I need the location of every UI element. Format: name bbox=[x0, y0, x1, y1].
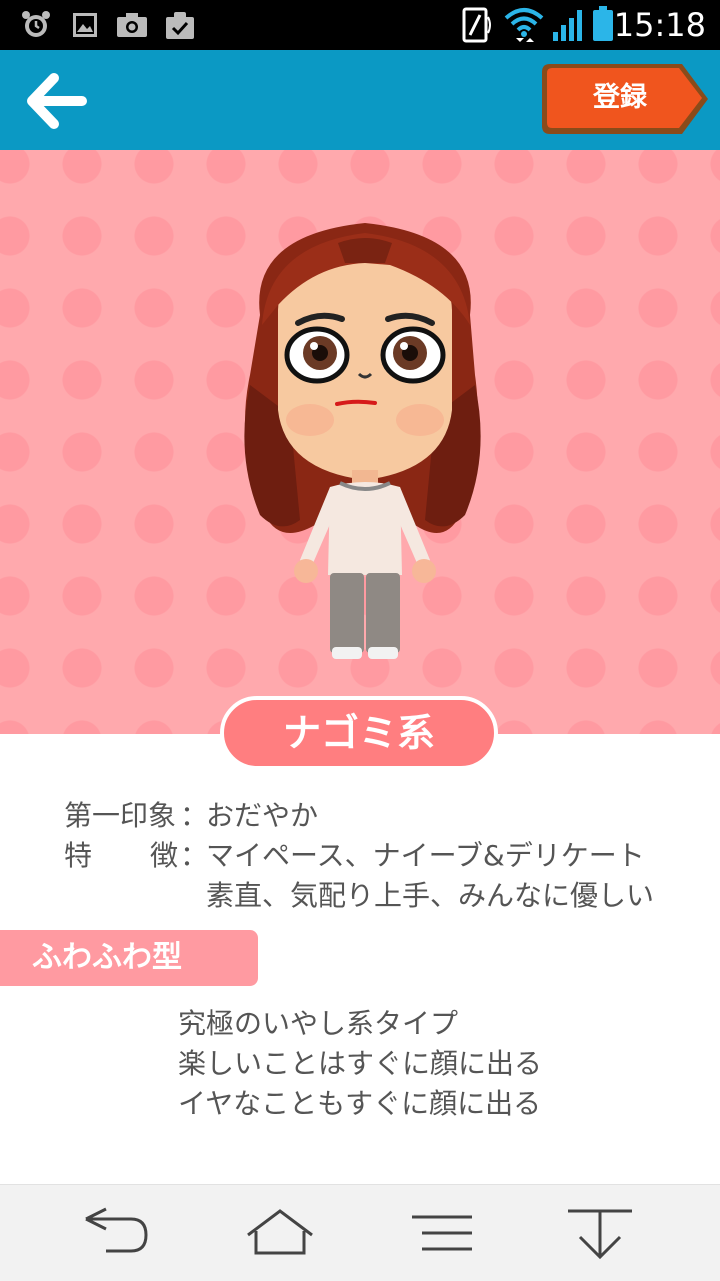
section-title: ふわふわ型 bbox=[32, 940, 182, 975]
features-label-char-1: 特 bbox=[64, 839, 93, 872]
description-line: イヤなこともすぐに顔に出る bbox=[178, 1087, 542, 1120]
wifi-icon bbox=[504, 8, 544, 42]
task-icon bbox=[166, 12, 194, 39]
section-description: 究極のいやし系タイプ 楽しいことはすぐに顔に出る イヤなこともすぐに顔に出る bbox=[178, 1004, 698, 1124]
colon: ： bbox=[180, 839, 209, 872]
camera-icon bbox=[117, 13, 147, 37]
first-impression-label: 第一印象 bbox=[64, 799, 177, 832]
section-header: ふわふわ型 bbox=[0, 930, 258, 986]
status-bar: 15:18 bbox=[0, 0, 720, 50]
alarm-icon bbox=[22, 11, 50, 37]
gallery-icon bbox=[73, 13, 97, 37]
personality-details: 第一印象 ： おだやか 特徴 ： マイペース、ナイーブ&デリケート 素直、気配り… bbox=[60, 796, 700, 916]
features-label: 特徴 bbox=[64, 836, 186, 876]
arrow-left-icon[interactable] bbox=[22, 70, 88, 132]
description-line: 楽しいことはすぐに顔に出る bbox=[178, 1047, 543, 1080]
nav-back-icon[interactable] bbox=[76, 1205, 156, 1265]
mii-avatar bbox=[244, 223, 481, 659]
features-value-line2: 素直、気配り上手、みんなに優しい bbox=[206, 879, 655, 912]
personality-type-badge: ナゴミ系 bbox=[220, 696, 498, 770]
register-button-label[interactable]: 登録 bbox=[540, 62, 700, 134]
signal-icon bbox=[553, 10, 582, 41]
description-line: 究極のいやし系タイプ bbox=[178, 1007, 459, 1040]
nav-menu-icon[interactable] bbox=[404, 1205, 484, 1265]
features-label-char-2: 徴 bbox=[150, 839, 179, 872]
battery-icon bbox=[593, 6, 613, 41]
clock: 15:18 bbox=[613, 6, 706, 44]
colon: ： bbox=[180, 799, 209, 832]
nfc-icon bbox=[462, 7, 491, 43]
first-impression-value: おだやか bbox=[206, 799, 319, 832]
nav-home-icon[interactable] bbox=[240, 1205, 320, 1265]
features-value-line1: マイペース、ナイーブ&デリケート bbox=[206, 839, 645, 872]
system-nav-bar bbox=[0, 1184, 720, 1281]
nav-hide-icon[interactable] bbox=[560, 1205, 640, 1265]
